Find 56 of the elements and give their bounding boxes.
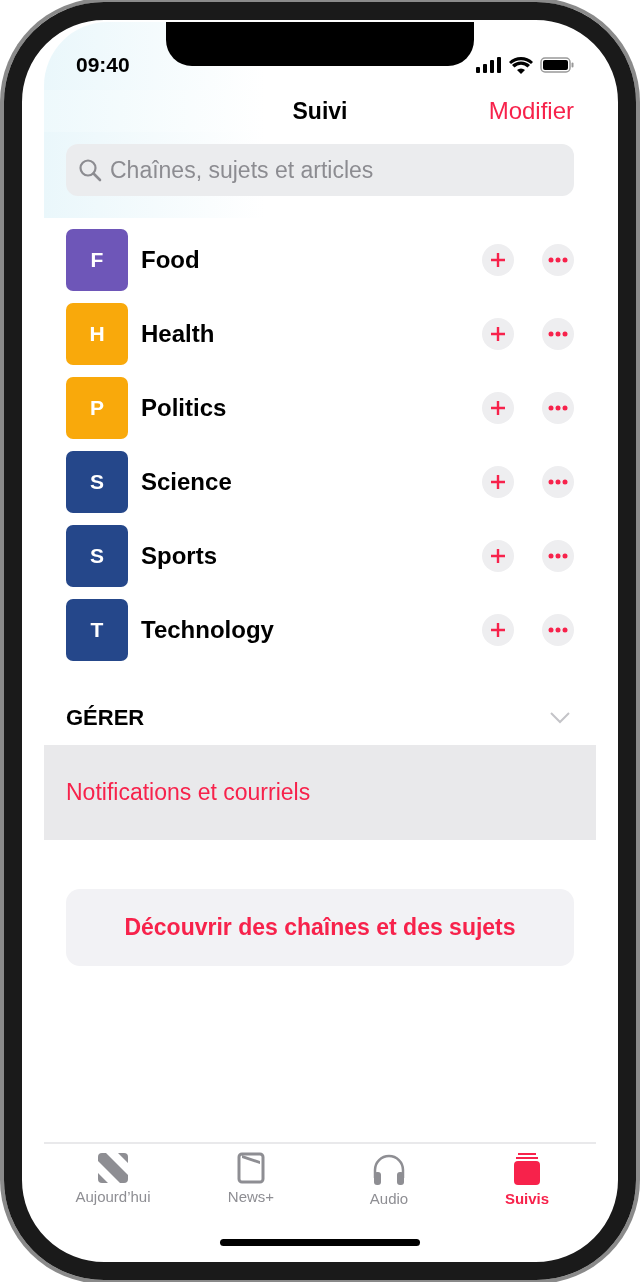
channel-name[interactable]: Science xyxy=(141,468,469,496)
more-icon xyxy=(548,257,568,263)
more-icon xyxy=(548,331,568,337)
channel-logo: S xyxy=(66,525,128,587)
stack-icon xyxy=(513,1152,541,1186)
discover-button[interactable]: Découvrir des chaînes et des sujets xyxy=(66,889,574,966)
wifi-icon xyxy=(509,56,533,74)
status-time: 09:40 xyxy=(76,53,130,77)
add-button[interactable] xyxy=(482,614,514,646)
channel-logo: F xyxy=(66,229,128,291)
add-button[interactable] xyxy=(482,540,514,572)
more-button[interactable] xyxy=(542,540,574,572)
more-icon xyxy=(548,553,568,559)
search-field[interactable]: Chaînes, sujets et articles xyxy=(66,144,574,196)
channel-logo: T xyxy=(66,599,128,661)
plus-icon xyxy=(490,326,506,342)
more-icon xyxy=(548,479,568,485)
add-button[interactable] xyxy=(482,318,514,350)
more-button[interactable] xyxy=(542,614,574,646)
plus-icon xyxy=(490,622,506,638)
edit-button[interactable]: Modifier xyxy=(488,97,574,125)
search-icon xyxy=(78,158,102,182)
plus-icon xyxy=(490,252,506,268)
section-title: GÉRER xyxy=(66,705,145,731)
channel-name[interactable]: Technology xyxy=(141,616,469,644)
plus-icon xyxy=(490,548,506,564)
more-icon xyxy=(548,627,568,633)
more-button[interactable] xyxy=(542,466,574,498)
tab[interactable]: Audio xyxy=(320,1152,458,1216)
tab[interactable]: Suivis xyxy=(458,1152,596,1216)
headphones-icon xyxy=(371,1152,407,1186)
channel-logo: P xyxy=(66,377,128,439)
settings-row[interactable]: Notifications et courriels xyxy=(44,745,596,840)
signal-icon xyxy=(476,57,502,73)
settings-link[interactable]: Notifications et courriels xyxy=(66,779,311,806)
plus-icon xyxy=(490,400,506,416)
tab[interactable]: Aujourd’hui xyxy=(44,1152,182,1216)
more-icon xyxy=(548,405,568,411)
more-button[interactable] xyxy=(542,392,574,424)
channel-name[interactable]: Health xyxy=(141,320,469,348)
channel-name[interactable]: Sports xyxy=(141,542,469,570)
tab[interactable]: News+ xyxy=(182,1152,320,1216)
channel-name[interactable]: Food xyxy=(141,246,469,274)
add-button[interactable] xyxy=(482,466,514,498)
channel-logo: H xyxy=(66,303,128,365)
channel-name[interactable]: Politics xyxy=(141,394,469,422)
more-button[interactable] xyxy=(542,244,574,276)
add-button[interactable] xyxy=(482,244,514,276)
magazine-icon xyxy=(237,1152,265,1184)
screen-title: Suivi xyxy=(292,97,348,125)
more-button[interactable] xyxy=(542,318,574,350)
plus-icon xyxy=(490,474,506,490)
channel-logo: S xyxy=(66,451,128,513)
news-icon xyxy=(97,1152,129,1184)
add-button[interactable] xyxy=(482,392,514,424)
battery-icon xyxy=(540,57,574,73)
